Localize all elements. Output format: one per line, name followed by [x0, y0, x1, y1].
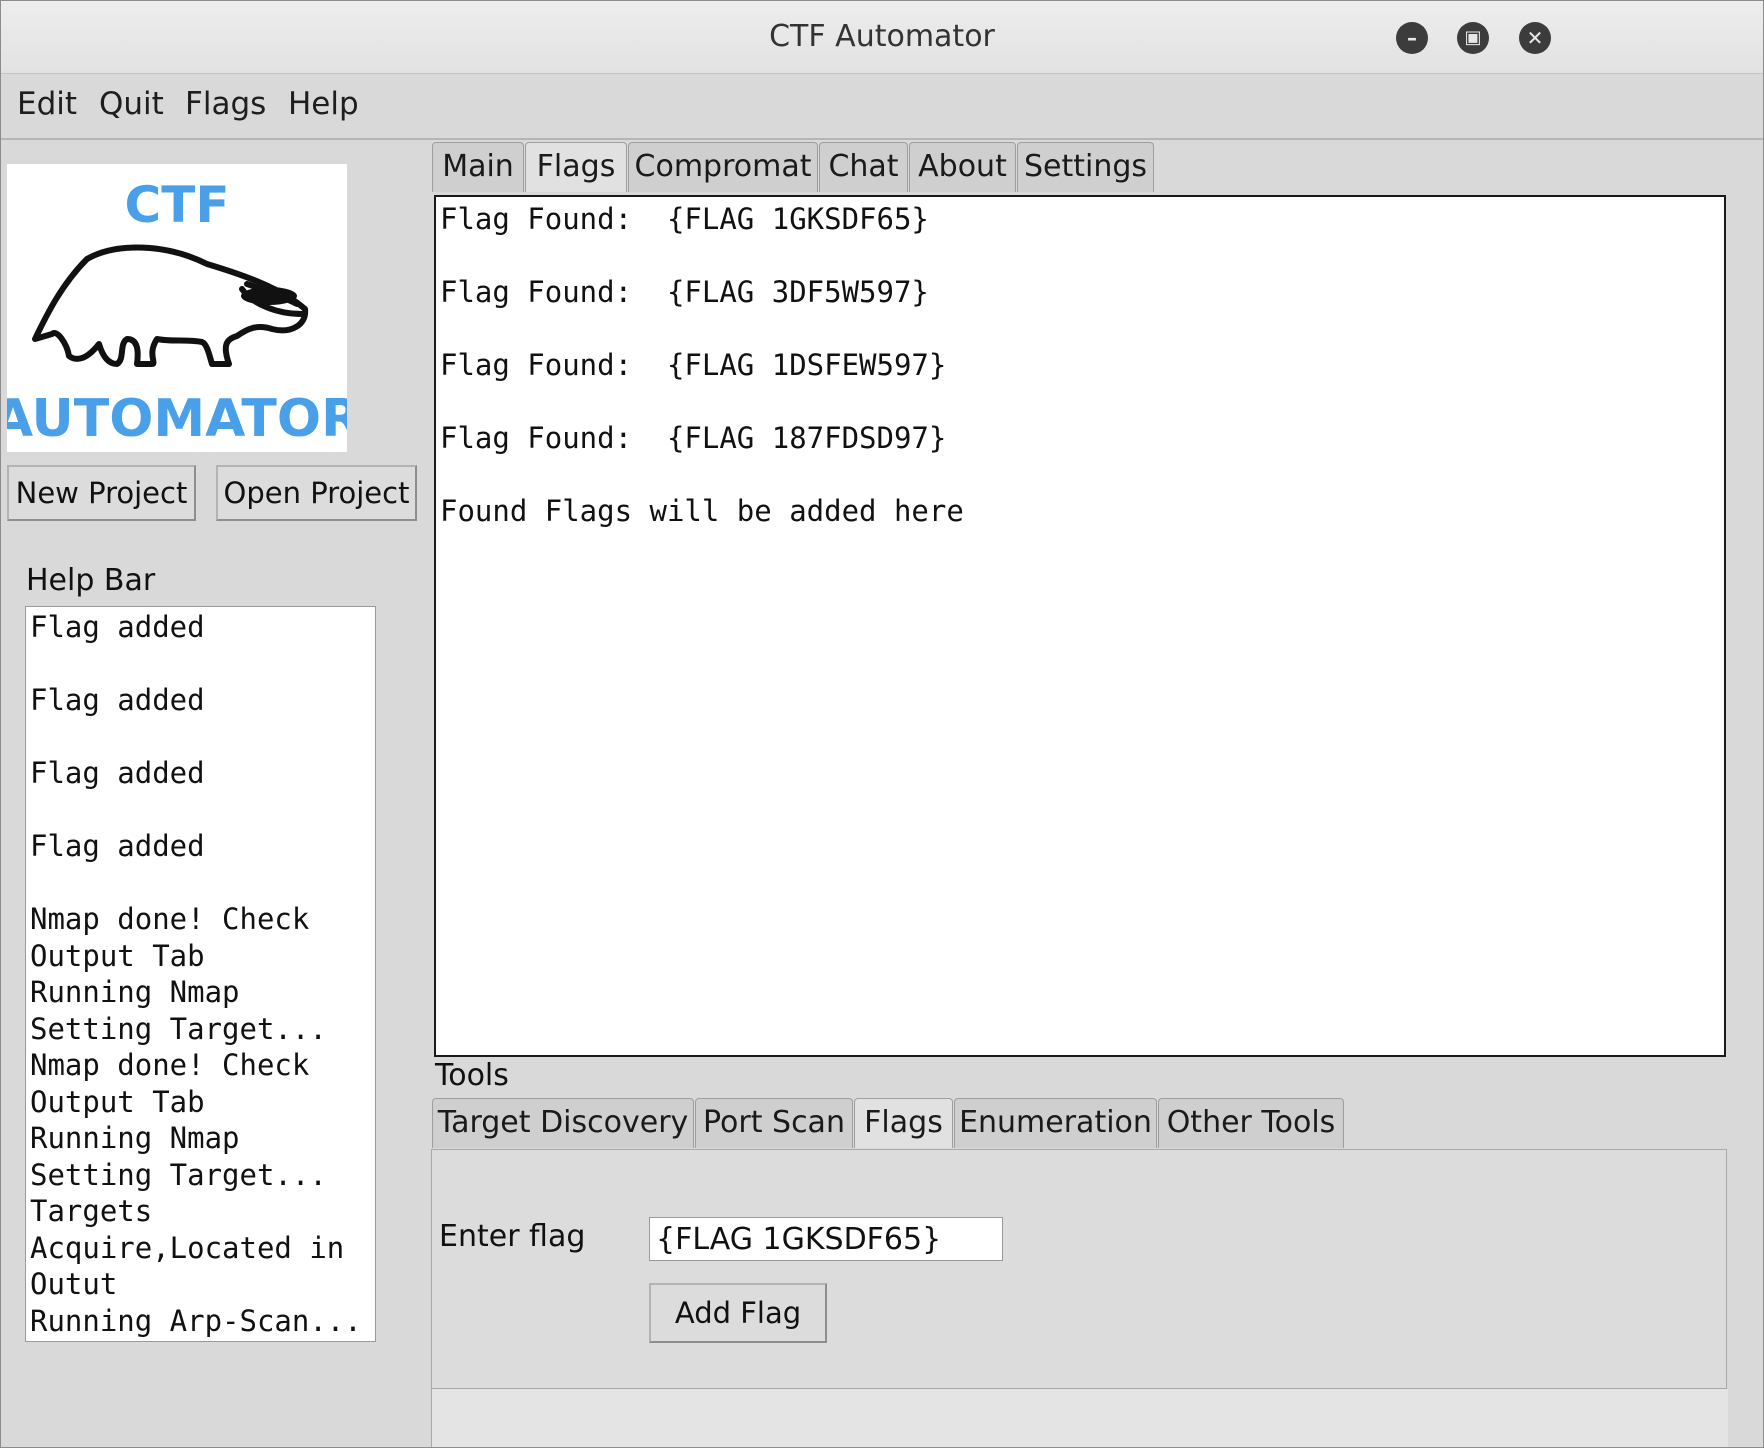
flags-output-text: Flag Found: {FLAG 1GKSDF65} Flag Found: … — [436, 197, 1724, 530]
help-bar-text: Flag added Flag added Flag added Flag ad… — [26, 607, 375, 1339]
flags-output[interactable]: Flag Found: {FLAG 1GKSDF65} Flag Found: … — [434, 195, 1726, 1057]
menu-edit[interactable]: Edit — [17, 86, 77, 122]
app-logo: CTF AUTOMATOR — [1, 164, 361, 452]
minimize-icon[interactable]: – — [1396, 22, 1428, 54]
help-log-line: Flag added — [30, 829, 205, 863]
menu-bar: Edit Quit Flags Help — [1, 74, 1763, 140]
add-flag-button[interactable]: Add Flag — [649, 1283, 827, 1343]
tools-label: Tools — [435, 1058, 509, 1093]
help-log-line: Nmap done! Check — [30, 1048, 310, 1082]
help-log-line: Running Arp-Scan... — [30, 1303, 362, 1338]
output-line: Flag Found: {FLAG 3DF5W597} — [440, 275, 929, 309]
help-log-line: Running Nmap — [30, 1121, 240, 1155]
tab-flags[interactable]: Flags — [525, 142, 627, 192]
tools-tab-enumeration[interactable]: Enumeration — [954, 1098, 1157, 1148]
flag-input[interactable] — [649, 1217, 1003, 1261]
output-line: Flag Found: {FLAG 1GKSDF65} — [440, 202, 929, 236]
help-log-line — [30, 719, 375, 756]
help-log-line: Flag added — [30, 610, 205, 644]
close-icon[interactable]: ✕ — [1519, 22, 1551, 54]
tab-main[interactable]: Main — [432, 142, 524, 192]
help-log-line — [30, 865, 375, 902]
tools-tab-target-discovery[interactable]: Target Discovery — [432, 1098, 694, 1148]
svg-text:AUTOMATOR: AUTOMATOR — [7, 389, 347, 449]
svg-text:CTF: CTF — [125, 176, 230, 234]
output-line: Flag Found: {FLAG 1DSFEW597} — [440, 348, 947, 382]
title-bar[interactable]: CTF Automator – ▣ ✕ — [1, 1, 1763, 74]
help-bar-label: Help Bar — [26, 563, 156, 598]
menu-flags[interactable]: Flags — [185, 86, 266, 122]
open-project-button[interactable]: Open Project — [216, 465, 417, 521]
tools-tab-port-scan[interactable]: Port Scan — [695, 1098, 853, 1148]
window-title: CTF Automator — [769, 19, 995, 54]
tab-settings[interactable]: Settings — [1017, 142, 1154, 192]
menu-help[interactable]: Help — [288, 86, 359, 122]
tab-chat[interactable]: Chat — [819, 142, 908, 192]
help-log-line: Running Nmap — [30, 975, 240, 1009]
app-window: CTF Automator – ▣ ✕ Edit Quit Flags Help… — [0, 0, 1764, 1448]
new-project-button[interactable]: New Project — [7, 465, 196, 521]
help-log-line: Flag added — [30, 756, 205, 790]
flags-tool-panel — [431, 1149, 1727, 1389]
help-bar-log[interactable]: Flag added Flag added Flag added Flag ad… — [25, 606, 376, 1342]
menu-quit[interactable]: Quit — [99, 86, 164, 122]
tab-compromat[interactable]: Compromat — [628, 142, 818, 192]
help-log-line: Output Tab — [30, 938, 205, 973]
help-log-line: Setting Target... — [30, 1011, 327, 1046]
tools-tab-flags[interactable]: Flags — [854, 1098, 953, 1148]
enter-flag-label: Enter flag — [439, 1219, 586, 1254]
help-log-line: Output Tab — [30, 1084, 205, 1119]
maximize-icon[interactable]: ▣ — [1457, 22, 1489, 54]
badger-logo-icon: CTF AUTOMATOR — [1, 176, 361, 449]
help-log-line: Setting Target... — [30, 1157, 327, 1192]
output-line: Found Flags will be added here — [440, 494, 964, 528]
help-log-line: Flag added — [30, 683, 205, 717]
help-log-line — [30, 646, 375, 683]
help-log-line — [30, 792, 375, 829]
output-line: Flag Found: {FLAG 187FDSD97} — [440, 421, 947, 455]
tools-tab-other-tools[interactable]: Other Tools — [1158, 1098, 1344, 1148]
help-log-line: Nmap done! Check — [30, 902, 310, 936]
help-log-line: Outut — [30, 1267, 118, 1301]
status-strip — [431, 1389, 1728, 1447]
help-log-line: Acquire,Located in — [30, 1230, 345, 1265]
help-log-line: Targets — [30, 1194, 153, 1228]
tab-about[interactable]: About — [909, 142, 1016, 192]
